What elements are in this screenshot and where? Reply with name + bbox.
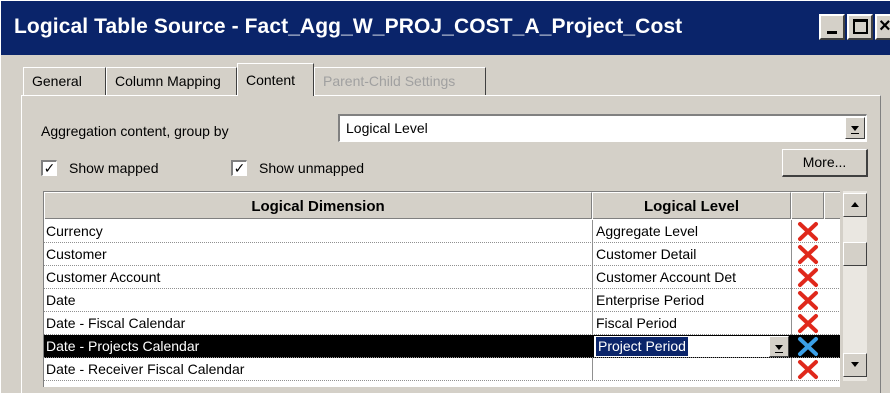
level-cell[interactable]: Fiscal Period bbox=[596, 312, 790, 335]
chevron-up-icon bbox=[851, 202, 859, 207]
delete-x-icon[interactable] bbox=[797, 244, 819, 265]
title-bar[interactable]: Logical Table Source - Fact_Agg_W_PROJ_C… bbox=[1, 1, 891, 55]
level-cell[interactable]: Enterprise Period bbox=[596, 289, 790, 312]
chevron-down-icon bbox=[851, 362, 859, 367]
delete-x-icon[interactable] bbox=[797, 336, 819, 357]
column-divider bbox=[791, 243, 792, 266]
column-divider bbox=[791, 220, 792, 243]
column-header-delete bbox=[791, 192, 824, 219]
table-row-selected[interactable]: Date - Projects Calendar Project Period bbox=[44, 335, 840, 358]
tab-content[interactable]: Content bbox=[237, 63, 314, 96]
column-header-filler bbox=[824, 192, 840, 219]
level-editor-value[interactable]: Project Period bbox=[596, 337, 688, 356]
logical-table-source-dialog: Logical Table Source - Fact_Agg_W_PROJ_C… bbox=[0, 0, 891, 394]
column-divider bbox=[592, 266, 593, 289]
table-row[interactable]: Customer Account Customer Account Det bbox=[44, 266, 840, 289]
level-cell[interactable]: Customer Account Det bbox=[596, 266, 790, 289]
grid-vertical-scrollbar[interactable] bbox=[843, 191, 867, 381]
dimension-cell[interactable]: Date - Fiscal Calendar bbox=[46, 312, 591, 335]
maximize-icon bbox=[853, 19, 868, 34]
more-button[interactable]: More... bbox=[782, 149, 868, 177]
show-unmapped-checkbox[interactable]: ✓ Show unmapped bbox=[231, 160, 401, 180]
show-unmapped-check[interactable]: ✓ bbox=[231, 160, 247, 176]
table-row[interactable]: Date - Receiver Fiscal Calendar bbox=[44, 358, 840, 381]
close-icon: × bbox=[879, 15, 891, 37]
minimize-button[interactable] bbox=[819, 14, 845, 40]
level-cell[interactable] bbox=[596, 358, 790, 381]
column-header-logical-dimension[interactable]: Logical Dimension bbox=[44, 192, 592, 219]
column-divider bbox=[791, 289, 792, 312]
aggregation-dropdown-button[interactable] bbox=[845, 117, 865, 139]
maximize-button[interactable] bbox=[847, 14, 873, 40]
delete-x-icon[interactable] bbox=[797, 267, 819, 288]
dimension-cell[interactable]: Date bbox=[46, 289, 591, 312]
tab-strip: General Column Mapping Content Parent-Ch… bbox=[1, 61, 890, 96]
column-divider bbox=[791, 312, 792, 335]
dimension-cell[interactable]: Customer Account bbox=[46, 266, 591, 289]
delete-x-icon[interactable] bbox=[797, 313, 819, 334]
table-row[interactable]: Date - Fiscal Calendar Fiscal Period bbox=[44, 312, 840, 335]
dimension-cell[interactable]: Currency bbox=[46, 220, 591, 243]
column-divider bbox=[592, 243, 593, 266]
level-cell[interactable]: Customer Detail bbox=[596, 243, 790, 266]
show-mapped-check[interactable]: ✓ bbox=[41, 160, 57, 176]
scroll-thumb[interactable] bbox=[843, 242, 867, 266]
table-row[interactable]: Customer Customer Detail bbox=[44, 243, 840, 266]
aggregation-label: Aggregation content, group by bbox=[41, 123, 229, 139]
column-divider bbox=[791, 266, 792, 289]
column-divider bbox=[791, 358, 792, 381]
dimension-level-grid: Logical Dimension Logical Level Currency… bbox=[43, 191, 840, 387]
dimension-cell[interactable]: Customer bbox=[46, 243, 591, 266]
column-divider bbox=[592, 289, 593, 312]
scroll-up-button[interactable] bbox=[843, 193, 867, 217]
minimize-icon bbox=[827, 31, 837, 34]
delete-x-icon[interactable] bbox=[797, 290, 819, 311]
show-mapped-label: Show mapped bbox=[69, 160, 159, 176]
tab-column-mapping[interactable]: Column Mapping bbox=[106, 67, 237, 95]
level-dropdown-button[interactable] bbox=[769, 336, 789, 357]
table-row[interactable]: Currency Aggregate Level bbox=[44, 220, 840, 243]
window-title: Logical Table Source - Fact_Agg_W_PROJ_C… bbox=[14, 15, 683, 38]
close-button[interactable]: × bbox=[875, 14, 891, 40]
tab-parent-child-settings: Parent-Child Settings bbox=[314, 67, 486, 95]
aggregation-select[interactable]: Logical Level bbox=[338, 114, 867, 142]
delete-x-icon[interactable] bbox=[797, 221, 819, 242]
delete-x-icon[interactable] bbox=[797, 359, 819, 380]
level-cell[interactable]: Aggregate Level bbox=[596, 220, 790, 243]
grid-header: Logical Dimension Logical Level bbox=[44, 192, 840, 219]
aggregation-value: Logical Level bbox=[346, 120, 428, 136]
column-header-logical-level[interactable]: Logical Level bbox=[592, 192, 791, 219]
dimension-cell[interactable]: Date - Projects Calendar bbox=[46, 335, 591, 358]
column-divider bbox=[592, 358, 593, 381]
column-divider bbox=[592, 220, 593, 243]
tab-general[interactable]: General bbox=[23, 67, 106, 95]
level-combo-editor[interactable]: Project Period bbox=[594, 336, 789, 357]
scroll-down-button[interactable] bbox=[843, 353, 867, 377]
show-unmapped-label: Show unmapped bbox=[259, 160, 365, 176]
show-mapped-checkbox[interactable]: ✓ Show mapped bbox=[41, 160, 201, 180]
table-row[interactable]: Date Enterprise Period bbox=[44, 289, 840, 312]
dimension-cell[interactable]: Date - Receiver Fiscal Calendar bbox=[46, 358, 591, 381]
column-divider bbox=[592, 312, 593, 335]
chevron-down-icon bbox=[775, 345, 783, 353]
chevron-down-icon bbox=[851, 126, 859, 134]
